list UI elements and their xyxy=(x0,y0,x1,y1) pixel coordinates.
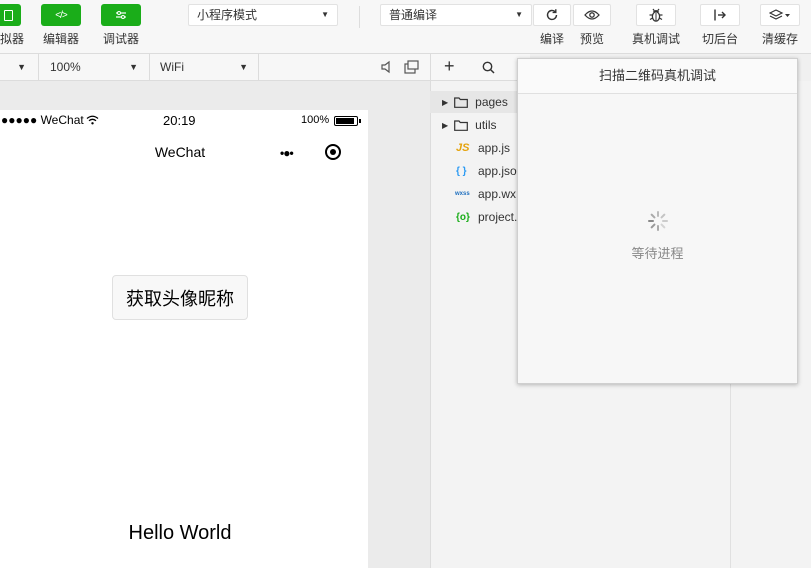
device-select[interactable]: ▼ xyxy=(0,54,30,80)
layers-icon xyxy=(769,9,790,20)
wxss-file-icon: wxss xyxy=(455,191,470,197)
battery-icon xyxy=(334,116,361,126)
toolbar-divider xyxy=(359,6,360,28)
config-file-icon: {o} xyxy=(456,211,470,223)
folder-icon xyxy=(454,96,469,108)
divider xyxy=(38,54,39,80)
eye-icon xyxy=(584,10,600,20)
top-toolbar: 拟器 </> 编辑器 调试器 小程序模式 ▼ 普通编译 ▼ 编译 预览 真机调试… xyxy=(0,0,811,54)
preview-button[interactable] xyxy=(573,4,611,26)
remote-debug-button[interactable] xyxy=(636,4,676,26)
editor-label: 编辑器 xyxy=(43,32,80,46)
remote-debug-label: 真机调试 xyxy=(632,32,681,46)
code-icon: </> xyxy=(55,9,68,21)
debugger-label: 调试器 xyxy=(103,32,140,46)
tree-item-label: app.jso xyxy=(478,164,517,178)
remote-debug-popup: 扫描二维码真机调试 等待进程 xyxy=(517,58,798,384)
tree-item-app-js[interactable]: JS app.js xyxy=(430,137,529,159)
carrier-text: ●●●●● WeChat xyxy=(1,113,84,127)
editor-toggle-button[interactable]: </> xyxy=(41,4,81,26)
status-time: 20:19 xyxy=(163,113,196,128)
popup-status: 等待进程 xyxy=(631,246,684,261)
bug-icon xyxy=(649,8,663,22)
simulator-toggle-button[interactable] xyxy=(0,4,21,26)
mode-select-value: 小程序模式 xyxy=(197,8,258,22)
nav-title: WeChat xyxy=(154,144,206,160)
search-icon[interactable] xyxy=(482,61,495,74)
debugger-icon xyxy=(116,11,126,19)
status-carrier: ●●●●● WeChat xyxy=(1,113,99,127)
json-file-icon: { } xyxy=(456,165,467,177)
battery-percent: 100% xyxy=(301,114,330,126)
compile-button[interactable] xyxy=(533,4,571,26)
chevron-down-icon: ▼ xyxy=(17,62,26,72)
tree-item-label: app.js xyxy=(478,141,511,155)
tree-item-app-json[interactable]: { } app.jso xyxy=(430,160,529,182)
simulator-label: 拟器 xyxy=(0,32,25,46)
compile-mode-select[interactable]: 普通编译 ▼ xyxy=(380,4,532,26)
switch-background-icon xyxy=(714,9,726,21)
chevron-down-icon: ▼ xyxy=(129,62,138,72)
zoom-select[interactable]: 100% ▼ xyxy=(50,54,138,80)
tree-item-project-config[interactable]: {o} project. xyxy=(430,206,529,228)
background-label: 切后台 xyxy=(702,32,739,46)
chevron-down-icon: ▼ xyxy=(515,10,523,19)
tree-item-utils[interactable]: ▶ utils xyxy=(430,114,529,136)
chevron-down-icon: ▼ xyxy=(239,62,248,72)
zoom-value: 100% xyxy=(50,60,81,74)
js-file-icon: JS xyxy=(456,142,470,154)
folder-icon xyxy=(454,119,469,131)
compile-mode-value: 普通编译 xyxy=(389,8,438,22)
refresh-icon xyxy=(546,9,558,21)
add-file-icon[interactable]: + xyxy=(444,56,455,76)
hello-world-text: Hello World xyxy=(128,522,232,544)
phone-screen: ●●●●● WeChat 20:19 100% WeChat •●• 获取头像昵… xyxy=(0,110,368,568)
loading-spinner-icon xyxy=(648,211,668,231)
compile-label: 编译 xyxy=(540,32,565,46)
clear-cache-button[interactable] xyxy=(760,4,800,26)
preview-label: 预览 xyxy=(580,32,605,46)
caret-right-icon: ▶ xyxy=(442,120,449,130)
detach-window-icon[interactable] xyxy=(404,60,419,74)
more-menu-icon[interactable]: •●• xyxy=(280,146,294,160)
close-capsule-icon[interactable] xyxy=(325,144,341,160)
tree-item-pages[interactable]: ▶ pages xyxy=(430,91,529,113)
popup-title: 扫描二维码真机调试 xyxy=(518,59,797,94)
get-profile-button[interactable]: 获取头像昵称 xyxy=(112,275,248,320)
wifi-icon xyxy=(86,115,99,125)
chevron-down-icon: ▼ xyxy=(321,10,329,19)
divider xyxy=(258,54,259,80)
mute-icon[interactable] xyxy=(380,60,394,74)
device-toolbar: ▼ 100% ▼ WiFi ▼ xyxy=(0,54,430,81)
tree-item-label: project. xyxy=(478,210,518,224)
file-tree-toolbar: + xyxy=(430,54,530,81)
debugger-toggle-button[interactable] xyxy=(101,4,141,26)
caret-right-icon: ▶ xyxy=(442,97,449,107)
tree-item-app-wxss[interactable]: wxss app.wx xyxy=(430,183,529,205)
tree-item-label: utils xyxy=(475,118,497,132)
tree-item-label: pages xyxy=(475,95,508,109)
network-value: WiFi xyxy=(160,60,184,74)
mode-select[interactable]: 小程序模式 ▼ xyxy=(188,4,338,26)
background-button[interactable] xyxy=(700,4,740,26)
divider xyxy=(149,54,150,80)
simulator-icon xyxy=(4,9,13,21)
tree-item-label: app.wx xyxy=(478,187,517,201)
clear-cache-label: 清缓存 xyxy=(762,32,799,46)
network-select[interactable]: WiFi ▼ xyxy=(160,54,248,80)
